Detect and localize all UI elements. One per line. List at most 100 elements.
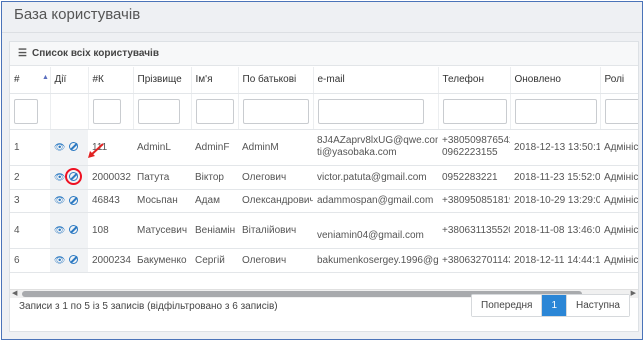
next-page-button[interactable]: Наступна	[566, 295, 629, 316]
view-icon[interactable]: 👁	[54, 195, 65, 205]
cell-surname: Патута	[133, 165, 191, 190]
cell-k: 46843	[88, 189, 133, 213]
cell-k: 2000234	[88, 248, 133, 273]
email-line: veniamin04@gmail.com	[317, 230, 424, 241]
annotation-arrow-icon	[88, 143, 104, 158]
cell-actions: 👁	[50, 212, 88, 249]
cell-k: 108	[88, 212, 133, 249]
filter-name-input[interactable]	[195, 98, 234, 124]
cell-role: Адміністр	[600, 165, 638, 190]
cell-patronymic: Олександрович	[238, 189, 313, 213]
cell-role: Адміністр	[600, 189, 638, 213]
cell-actions: 👁	[50, 165, 88, 190]
table-row[interactable]: 6 👁 2000234 Бакуменко Сергій Олегович ba…	[10, 248, 638, 273]
cell-actions: 👁	[50, 129, 88, 166]
table-info: Записи з 1 по 5 із 5 записів (відфільтро…	[19, 301, 278, 312]
header-row: # ▲ Дії #К Прізвище Ім'я По батькові e-ma…	[10, 67, 638, 94]
filter-patronymic-input[interactable]	[242, 98, 309, 124]
filter-updated-input[interactable]	[514, 98, 597, 124]
table-scroll-area[interactable]: # ▲ Дії #К Прізвище Ім'я По батькові e-ma…	[10, 67, 638, 289]
cell-email: 8J4AZaprv8lxUG@qwe.com ti@yasobaka.com	[313, 129, 438, 166]
title-divider	[2, 32, 642, 33]
panel-header: ☰ Список всіх користувачів	[10, 42, 638, 66]
cell-role: Адміністр	[600, 129, 638, 166]
cell-updated: 2018-10-29 13:29:03	[510, 189, 600, 213]
filter-surname-input[interactable]	[137, 98, 180, 124]
cell-name: Сергій	[191, 248, 238, 273]
block-icon-highlighted[interactable]	[65, 168, 83, 186]
view-icon[interactable]: 👁	[54, 142, 65, 152]
cell-phone: 0952283221	[438, 165, 510, 190]
col-header-surname[interactable]: Прізвище	[133, 67, 192, 94]
col-header-phone[interactable]: Телефон	[438, 67, 511, 94]
cell-surname: Мосьпан	[133, 189, 191, 213]
email-line: ti@yasobaka.com	[317, 147, 397, 158]
sort-asc-icon: ▲	[42, 74, 49, 81]
cell-name: Адам	[191, 189, 238, 213]
cell-name: Віктор	[191, 165, 238, 190]
col-header-email[interactable]: e-mail	[313, 67, 439, 94]
page-title: База користувачів	[14, 6, 141, 23]
filter-email-input[interactable]	[317, 98, 424, 124]
cell-patronymic: AdminM	[238, 129, 313, 166]
cell-name: Веніамін	[191, 212, 238, 249]
cell-actions: 👁	[50, 248, 88, 273]
cell-updated: 2018-12-11 14:44:12	[510, 248, 600, 273]
filter-phone-input[interactable]	[442, 98, 507, 124]
cell-updated: 2018-12-13 13:50:10	[510, 129, 600, 166]
scroll-right-icon[interactable]: ▶	[631, 289, 636, 297]
block-icon[interactable]	[69, 195, 79, 205]
cell-updated: 2018-11-23 15:52:07	[510, 165, 600, 190]
phone-line: 0962223155	[442, 147, 498, 158]
cell-surname: Матусевич	[133, 212, 191, 249]
cell-updated: 2018-11-08 13:46:03	[510, 212, 600, 249]
scroll-left-icon[interactable]: ◀	[12, 289, 17, 297]
filter-roles-input[interactable]	[604, 98, 638, 124]
cell-num: 3	[10, 189, 50, 213]
cell-email: veniamin04@gmail.com	[313, 212, 438, 249]
col-header-name[interactable]: Ім'я	[191, 67, 239, 94]
filter-k-input[interactable]	[92, 98, 121, 124]
cell-k: 2000032	[88, 165, 133, 190]
view-icon[interactable]: 👁	[54, 255, 65, 265]
view-icon[interactable]: 👁	[54, 225, 65, 235]
block-icon[interactable]	[69, 225, 79, 235]
block-icon[interactable]	[69, 142, 79, 152]
prev-page-button[interactable]: Попередня	[472, 295, 543, 316]
table-row[interactable]: 4 👁 108 Матусевич Веніамін Віталійович v…	[10, 212, 638, 249]
cell-role: Адміністр	[600, 212, 638, 249]
col-header-num[interactable]: # ▲	[10, 67, 51, 94]
filter-row	[10, 93, 638, 130]
users-panel: ☰ Список всіх користувачів # ▲ Дії #К Прі…	[9, 41, 639, 332]
cell-email: bakumenkosergey.1996@g...	[313, 248, 438, 273]
cell-email: adammospan@gmail.com	[313, 189, 438, 213]
users-table: # ▲ Дії #К Прізвище Ім'я По батькові e-ma…	[10, 67, 638, 273]
col-header-actions[interactable]: Дії	[50, 67, 89, 94]
cell-role: Адміністр	[600, 248, 638, 273]
col-header-roles[interactable]: Ролі	[600, 67, 638, 94]
cell-patronymic: Віталійович	[238, 212, 313, 249]
col-header-updated[interactable]: Оновлено	[510, 67, 601, 94]
list-icon: ☰	[18, 48, 27, 59]
filter-num-input[interactable]	[14, 98, 38, 124]
page-1-button[interactable]: 1	[542, 295, 567, 316]
table-row[interactable]: 2 👁 2000032 Патута Віктор Олегович victo…	[10, 165, 638, 190]
cell-phone: +380632701143	[438, 248, 510, 273]
cell-email: victor.patuta@gmail.com	[313, 165, 438, 190]
block-icon[interactable]	[69, 255, 79, 265]
col-header-patronymic[interactable]: По батькові	[238, 67, 314, 94]
table-row[interactable]: 3 👁 46843 Мосьпан Адам Олександрович ada…	[10, 189, 638, 213]
cell-patronymic: Олегович	[238, 248, 313, 273]
cell-phone: +380950851819	[438, 189, 510, 213]
view-icon[interactable]: 👁	[54, 172, 65, 182]
cell-patronymic: Олегович	[238, 165, 313, 190]
cell-num: 6	[10, 248, 50, 273]
app-frame: База користувачів ☰ Список всіх користув…	[1, 1, 643, 340]
col-header-k[interactable]: #К	[88, 67, 134, 94]
pagination: Попередня 1 Наступна	[471, 294, 630, 317]
email-line	[317, 218, 434, 230]
phone-line: +380509876542	[442, 135, 510, 146]
cell-phone: +380631135520	[438, 212, 510, 249]
cell-num: 4	[10, 212, 50, 249]
cell-num: 1	[10, 129, 50, 166]
